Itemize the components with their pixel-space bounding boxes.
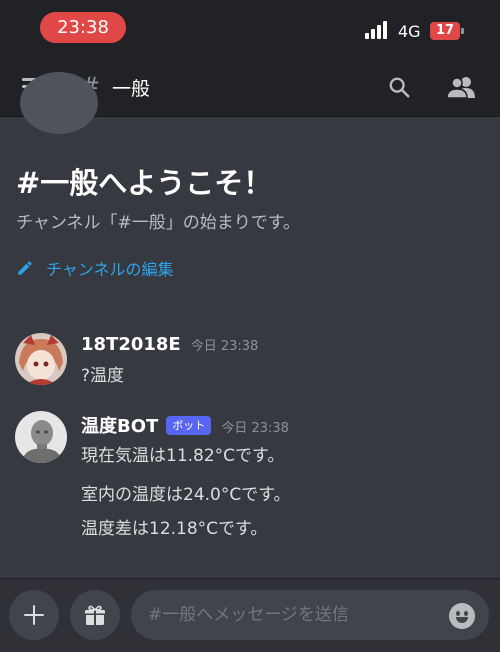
- message-text: 室内の温度は24.0°Cです。: [81, 485, 291, 505]
- channel-title: 一般: [112, 78, 151, 100]
- composer-bar: [0, 578, 500, 652]
- message-header: 温度BOT ボット 今日 23:38: [81, 412, 289, 438]
- username[interactable]: 温度BOT: [81, 412, 158, 438]
- message-text: 温度差は12.18°Cです。: [81, 519, 268, 539]
- add-attachment-button[interactable]: [9, 590, 59, 640]
- gift-icon: [85, 605, 105, 625]
- message-timestamp: 今日 23:38: [221, 421, 289, 436]
- signal-icon: [365, 21, 391, 39]
- message-header: 18T2018E 今日 23:38: [81, 334, 258, 355]
- welcome-title: #一般へようこそ！: [16, 166, 273, 200]
- gift-button[interactable]: [70, 590, 120, 640]
- battery-icon: 17: [430, 22, 464, 40]
- status-bar: 23:38 4G 17: [0, 0, 500, 58]
- members-icon[interactable]: [446, 75, 476, 99]
- avatar[interactable]: [15, 411, 67, 463]
- message-input[interactable]: [131, 590, 489, 640]
- username[interactable]: 18T2018E: [81, 334, 181, 355]
- message-item: 温度BOT ボット 今日 23:38 現在気温は11.82°Cです。 室内の温度…: [0, 408, 500, 548]
- channel-icon: [20, 72, 98, 134]
- bot-badge: ボット: [166, 416, 212, 435]
- network-label: 4G: [398, 22, 421, 41]
- pencil-icon: [18, 261, 32, 275]
- emoji-icon[interactable]: [449, 603, 475, 629]
- welcome-subtitle: チャンネル「#一般」の始まりです。: [16, 213, 301, 233]
- edit-channel-link[interactable]: チャンネルの編集: [16, 256, 174, 280]
- avatar[interactable]: [15, 333, 67, 385]
- message-text: 現在気温は11.82°Cです。: [81, 446, 285, 466]
- search-icon[interactable]: [388, 76, 410, 98]
- status-time: 23:38: [40, 12, 126, 43]
- message-timestamp: 今日 23:38: [190, 339, 259, 354]
- message-item: 18T2018E 今日 23:38 ?温度: [0, 330, 500, 390]
- message-text: ?温度: [81, 366, 125, 386]
- edit-channel-label: チャンネルの編集: [46, 260, 174, 279]
